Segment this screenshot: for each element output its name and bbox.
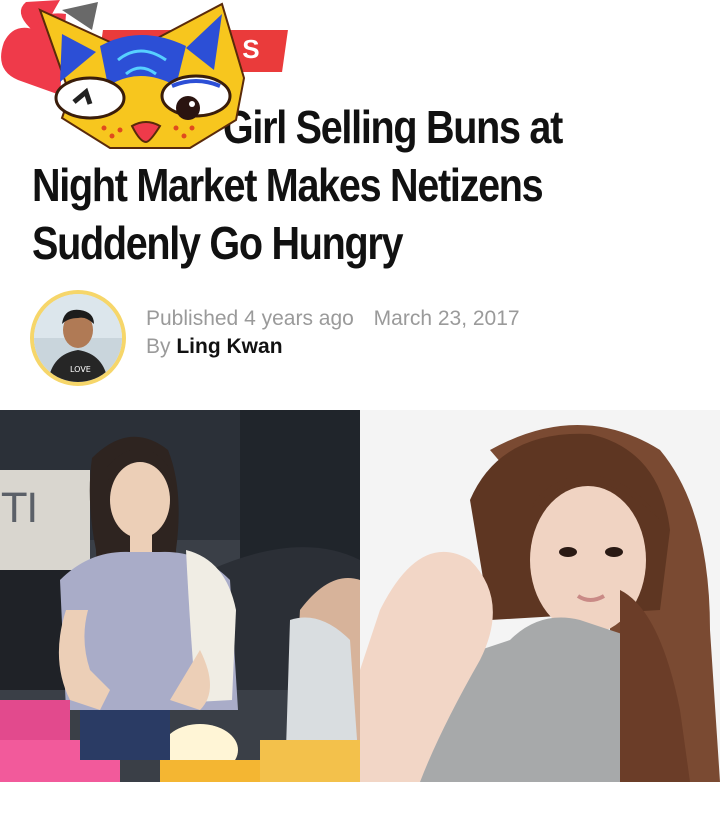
author-name-link[interactable]: Ling Kwan bbox=[176, 335, 282, 358]
published-prefix: Published bbox=[146, 307, 239, 330]
night-market-photo: TI bbox=[0, 410, 360, 782]
published-date: March 23, 2017 bbox=[373, 307, 520, 330]
photo-sign-text: TI bbox=[1, 486, 38, 532]
girl-portrait-photo-icon bbox=[360, 410, 720, 782]
portrait-photo bbox=[360, 410, 720, 782]
article-meta: Published 4 years ago March 23, 2017 By … bbox=[146, 305, 520, 361]
published-row: Published 4 years ago March 23, 2017 bbox=[146, 305, 520, 333]
byline-row: By Ling Kwan bbox=[146, 333, 520, 361]
author-avatar[interactable]: LOVE bbox=[30, 290, 126, 386]
byline-prefix: By bbox=[146, 335, 171, 358]
published-relative-time: 4 years ago bbox=[244, 307, 354, 330]
author-avatar-icon: LOVE bbox=[34, 294, 122, 382]
article-title-line-3: Suddenly Go Hungry bbox=[32, 217, 403, 269]
cat-mask-sticker-icon bbox=[1, 0, 246, 149]
night-market-girl-photo-icon: TI bbox=[0, 410, 360, 782]
avatar-shirt-text: LOVE bbox=[70, 365, 91, 374]
